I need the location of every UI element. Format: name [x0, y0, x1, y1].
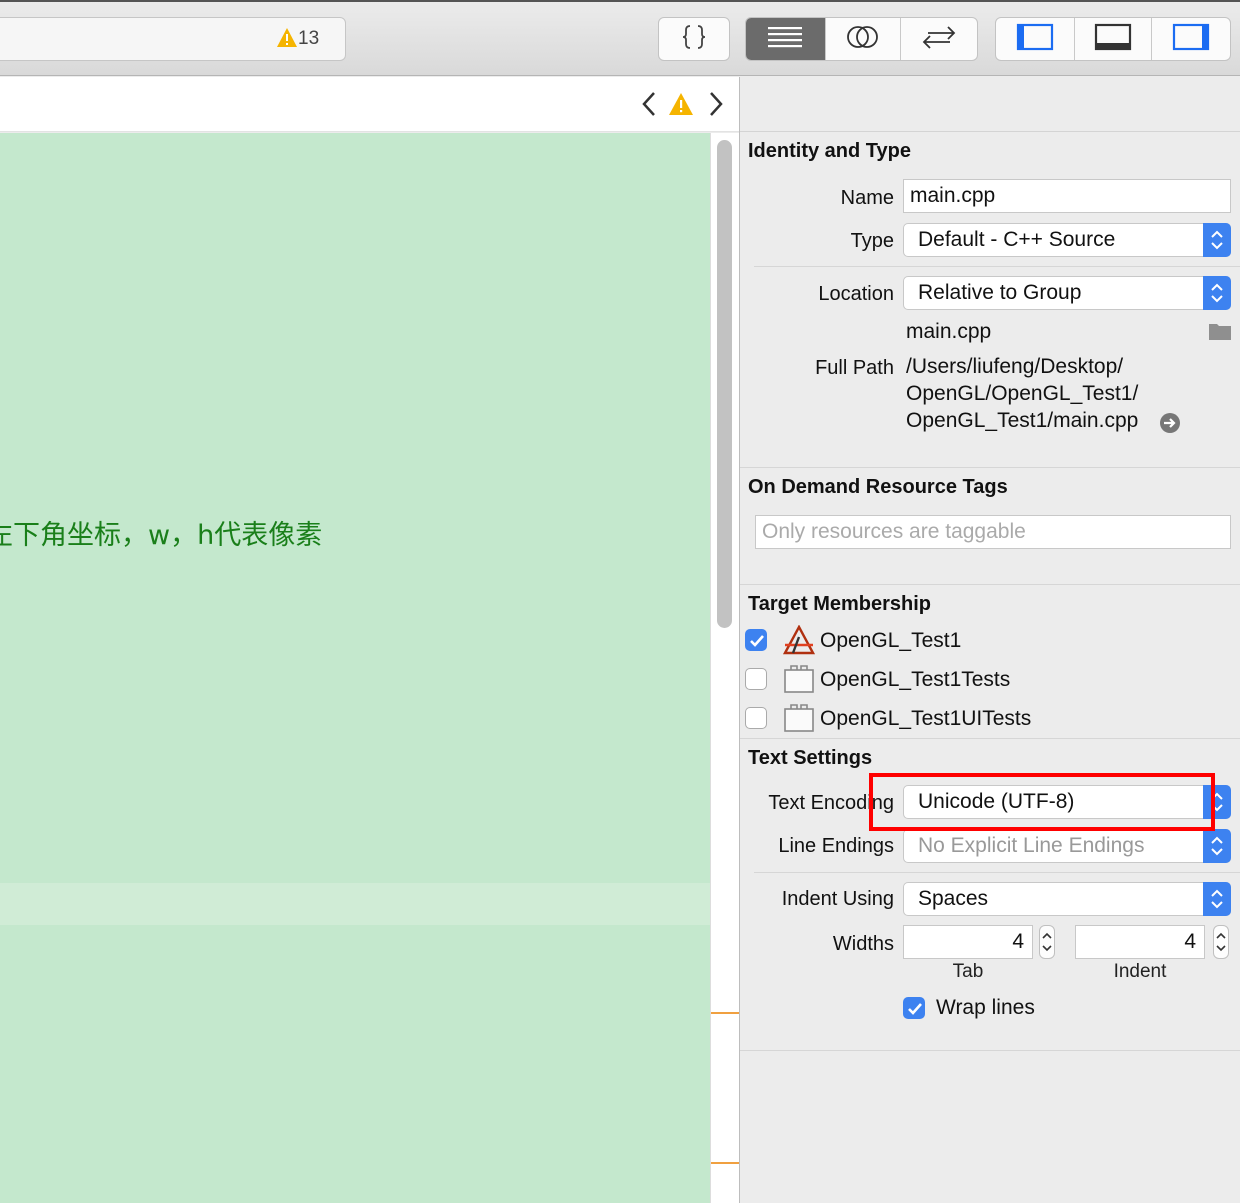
- target-checkbox[interactable]: [745, 668, 767, 690]
- test-bundle-icon: [783, 664, 815, 699]
- warning-count[interactable]: 13: [298, 28, 319, 50]
- divider: [740, 738, 1240, 739]
- divider: [754, 872, 1240, 873]
- tab-width-stepper[interactable]: [1039, 925, 1055, 959]
- window-top-edge: [0, 0, 1240, 2]
- divider: [740, 584, 1240, 585]
- issue-marker[interactable]: [711, 1012, 739, 1014]
- location-value: Relative to Group: [918, 281, 1082, 304]
- tab-width-field[interactable]: 4: [903, 925, 1033, 959]
- target-name: OpenGL_Test1Tests: [820, 668, 1011, 691]
- activity-viewer[interactable]: 13: [0, 17, 346, 61]
- chevron-right-icon[interactable]: [705, 90, 725, 123]
- indent-caption: Indent: [1113, 961, 1167, 982]
- code-snippet-group: [658, 17, 730, 61]
- line-endings-label: Line Endings: [778, 835, 894, 857]
- section-title: Identity and Type: [748, 140, 911, 162]
- braces-button[interactable]: [659, 18, 729, 60]
- line-endings-value: No Explicit Line Endings: [918, 834, 1145, 857]
- full-path-line: /Users/liufeng/Desktop/: [906, 355, 1124, 378]
- target-checkbox[interactable]: [745, 707, 767, 729]
- test-bundle-icon: [783, 703, 815, 738]
- issue-marker[interactable]: [711, 1162, 739, 1164]
- view-toggle-group: [995, 17, 1231, 61]
- warning-icon: [276, 27, 298, 54]
- highlight-annotation: [869, 773, 1215, 831]
- name-label: Name: [840, 187, 894, 209]
- utilities-toggle[interactable]: [1152, 18, 1230, 60]
- vertical-scrollbar[interactable]: [717, 140, 732, 628]
- source-editor[interactable]: 左下角坐标，w，h代表像素: [0, 133, 710, 1203]
- indent-width-field[interactable]: 4: [1075, 925, 1205, 959]
- left-panel-icon: [1016, 23, 1054, 56]
- popup-arrows-icon: [1203, 829, 1231, 863]
- reveal-arrow-icon[interactable]: [1159, 412, 1181, 439]
- target-checkbox[interactable]: [745, 629, 767, 651]
- wrap-lines-label: Wrap lines: [936, 996, 1035, 1019]
- text-encoding-label: Text Encoding: [768, 792, 894, 814]
- popup-arrows-icon: [1203, 223, 1231, 257]
- widths-label: Widths: [832, 933, 894, 955]
- warning-icon[interactable]: [668, 91, 694, 122]
- assistant-editor-button[interactable]: [826, 18, 902, 60]
- full-path-line: OpenGL_Test1/main.cpp: [906, 409, 1139, 432]
- indent-using-popup[interactable]: Spaces: [903, 882, 1231, 916]
- target-name: OpenGL_Test1UITests: [820, 707, 1032, 730]
- section-title: On Demand Resource Tags: [748, 476, 1008, 498]
- divider: [740, 467, 1240, 468]
- current-line-highlight: [0, 883, 710, 925]
- type-label: Type: [850, 230, 894, 252]
- inspector-tabs: [740, 77, 1240, 132]
- section-title: Target Membership: [748, 593, 931, 615]
- divider: [754, 266, 1240, 267]
- full-path-label: Full Path: [815, 357, 894, 379]
- version-editor-button[interactable]: [901, 18, 977, 60]
- standard-editor-icon: [766, 24, 804, 55]
- indent-using-value: Spaces: [918, 887, 989, 910]
- line-endings-popup[interactable]: No Explicit Line Endings: [903, 829, 1231, 863]
- location-popup[interactable]: Relative to Group: [903, 276, 1231, 310]
- location-label: Location: [818, 283, 894, 305]
- divider: [740, 1050, 1240, 1051]
- type-popup[interactable]: Default - C++ Source: [903, 223, 1231, 257]
- target-name: OpenGL_Test1: [820, 629, 962, 652]
- file-name: main.cpp: [906, 320, 992, 343]
- code-comment: 左下角坐标，w，h代表像素: [0, 520, 323, 551]
- name-field[interactable]: main.cpp: [903, 179, 1231, 213]
- full-path-line: OpenGL/OpenGL_Test1/: [906, 382, 1139, 405]
- indent-width-stepper[interactable]: [1213, 925, 1229, 959]
- assistant-editor-icon: [846, 22, 880, 57]
- navigator-toggle[interactable]: [996, 18, 1075, 60]
- odr-tags-field[interactable]: Only resources are taggable: [755, 515, 1231, 549]
- section-title: Text Settings: [748, 747, 873, 769]
- debug-area-toggle[interactable]: [1075, 18, 1152, 60]
- folder-icon[interactable]: [1208, 321, 1232, 346]
- popup-arrows-icon: [1203, 882, 1231, 916]
- popup-arrows-icon: [1203, 276, 1231, 310]
- standard-editor-button[interactable]: [746, 18, 826, 60]
- app-target-icon: [782, 624, 816, 660]
- type-value: Default - C++ Source: [918, 228, 1116, 251]
- editor-jump-bar: [0, 77, 740, 132]
- tab-caption: Tab: [952, 961, 984, 982]
- toolbar: 13: [0, 0, 1240, 76]
- editor-mode-group: [745, 17, 978, 61]
- version-editor-icon: [920, 22, 958, 57]
- right-panel-icon: [1172, 23, 1210, 56]
- wrap-lines-checkbox[interactable]: [903, 997, 925, 1019]
- indent-using-label: Indent Using: [781, 888, 894, 910]
- bottom-panel-icon: [1094, 23, 1132, 56]
- file-inspector: Identity and Type Name main.cpp Type Def…: [740, 77, 1240, 1203]
- chevron-left-icon[interactable]: [640, 90, 660, 123]
- braces-icon: [679, 22, 709, 57]
